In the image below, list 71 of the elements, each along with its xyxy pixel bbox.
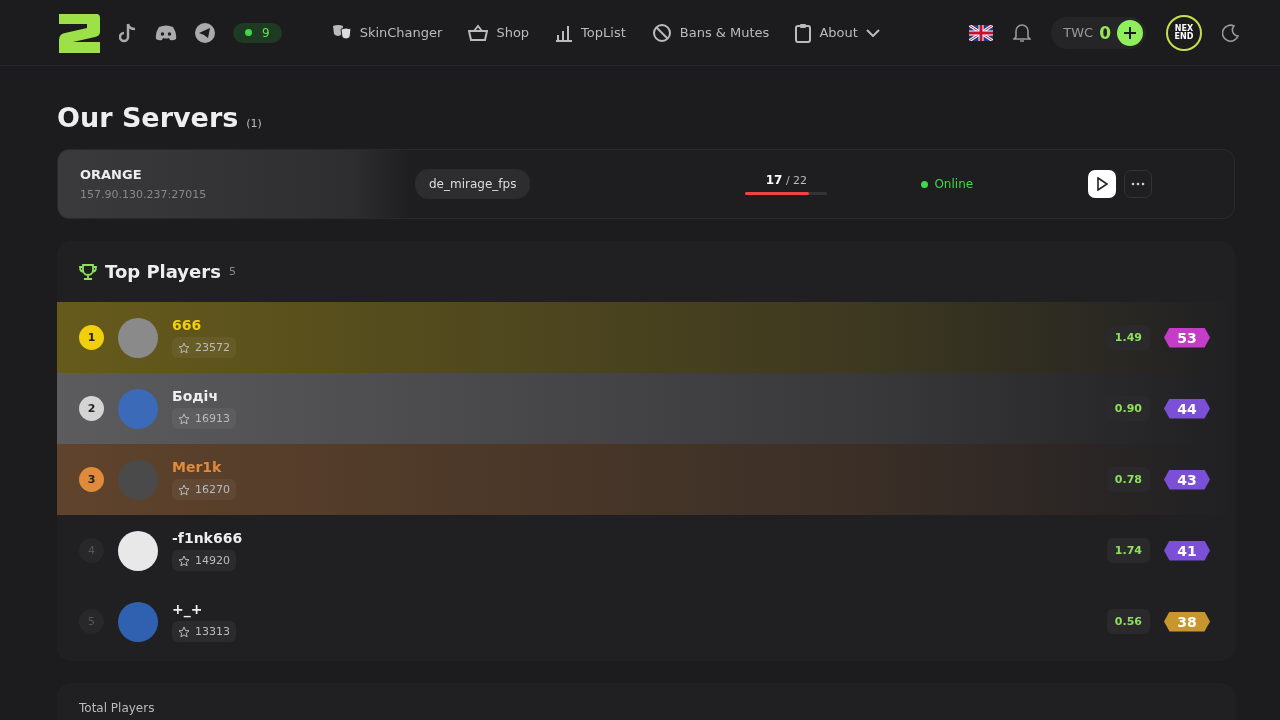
plus-icon: [1123, 25, 1137, 40]
rank-badge: 2: [79, 396, 104, 421]
nav-link[interactable]: About: [795, 22, 880, 43]
player-count: 17 / 22: [765, 173, 808, 187]
server-address: 157.90.130.237:27015: [80, 188, 208, 201]
points-badge: 16270: [172, 479, 236, 500]
player-name: +_+: [172, 601, 204, 617]
star-icon: [178, 554, 190, 567]
player-name: 666: [172, 317, 203, 333]
uk-flag-icon[interactable]: [969, 24, 994, 41]
server-name: ORANGE: [80, 167, 143, 182]
level-badge: 53: [1164, 327, 1210, 348]
bar-chart-icon: [555, 23, 574, 42]
level-badge: 43: [1164, 469, 1210, 490]
nav-link[interactable]: SkinChanger: [331, 22, 443, 43]
trophy-icon: [79, 262, 97, 281]
rank-badge: 3: [79, 467, 104, 492]
points-badge: 14920: [172, 550, 236, 571]
card-title: Total Players: [79, 701, 155, 715]
level-badge: 38: [1164, 611, 1210, 632]
avatar-placeholder: [118, 601, 158, 642]
star-icon: [178, 625, 190, 638]
logo-icon[interactable]: [57, 11, 101, 54]
more-icon: [1131, 182, 1145, 186]
play-icon: [1095, 177, 1109, 191]
player-name: Бодіч: [172, 388, 219, 404]
level-badge: 44: [1164, 398, 1210, 419]
add-funds-button[interactable]: [1117, 19, 1143, 46]
player-name: -f1nk666: [172, 530, 243, 546]
star-icon: [178, 341, 190, 354]
nav-link[interactable]: Shop: [468, 22, 530, 43]
page-title: Our Servers: [57, 102, 239, 133]
points-badge: 16913: [172, 408, 236, 429]
star-icon: [178, 483, 190, 496]
level-badge: 41: [1164, 540, 1210, 561]
clipboard-icon: [795, 22, 812, 43]
discord-icon[interactable]: [155, 24, 177, 41]
server-status: Online: [934, 177, 974, 191]
online-count: 9: [262, 25, 270, 40]
basket-icon: [468, 23, 489, 42]
server-card[interactable]: ORANGE 157.90.130.237:27015 de_mirage_fps 17 / 22 Online: [57, 149, 1235, 219]
kd-ratio: 1.74: [1106, 538, 1150, 563]
section-title: Top Players: [105, 261, 221, 282]
points-badge: 23572: [172, 337, 236, 358]
play-button[interactable]: [1088, 170, 1116, 198]
ban-icon: [651, 22, 672, 43]
balance-amount: 0: [1099, 22, 1111, 43]
rank-badge: 1: [79, 325, 104, 350]
kd-ratio: 1.49: [1106, 325, 1150, 350]
currency-label: TWC: [1063, 25, 1094, 40]
kd-ratio: 0.56: [1106, 609, 1150, 634]
status-dot: [245, 29, 252, 36]
points-badge: 13313: [172, 621, 236, 642]
nav-link[interactable]: Bans & Mutes: [651, 22, 770, 43]
telegram-icon[interactable]: [195, 22, 215, 43]
user-avatar[interactable]: NEX END: [1166, 14, 1202, 51]
avatar-placeholder: [118, 388, 158, 429]
kd-ratio: 0.78: [1106, 467, 1150, 492]
moon-icon[interactable]: [1222, 23, 1240, 42]
avatar-placeholder: [118, 317, 158, 358]
masks-icon: [331, 23, 352, 42]
tiktok-icon[interactable]: [119, 22, 137, 43]
player-count: 5: [228, 265, 236, 278]
server-count: (1): [246, 117, 262, 130]
avatar-placeholder: [118, 530, 158, 571]
map-name: de_mirage_fps: [415, 169, 531, 199]
bell-icon[interactable]: [1013, 22, 1032, 43]
player-name: Mer1k: [172, 459, 223, 475]
avatar-placeholder: [118, 459, 158, 500]
nav-link[interactable]: TopList: [555, 22, 626, 43]
star-icon: [178, 412, 190, 425]
